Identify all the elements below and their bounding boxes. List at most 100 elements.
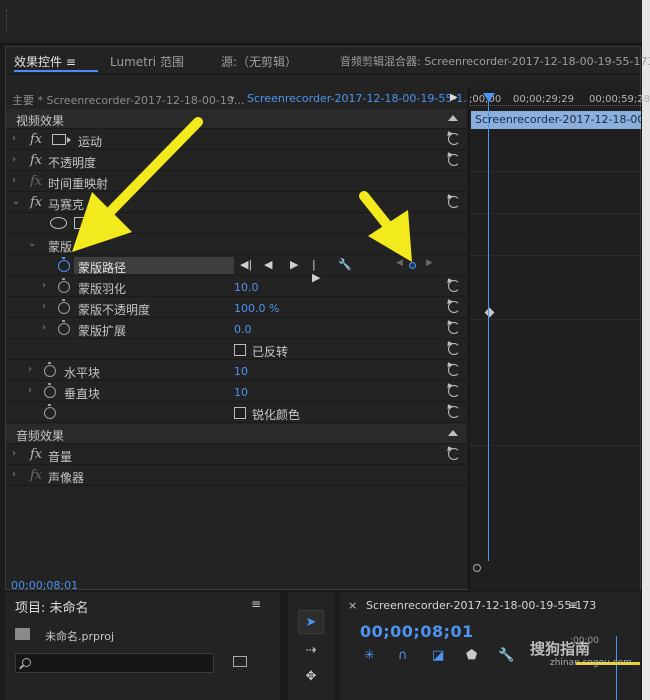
stopwatch-icon[interactable] xyxy=(58,278,70,293)
expand-icon[interactable]: › xyxy=(12,469,16,480)
reset-icon[interactable] xyxy=(448,322,460,334)
mask-expansion-row[interactable]: › 蒙版扩展 0.0 xyxy=(6,319,466,339)
expand-icon[interactable]: › xyxy=(28,364,32,375)
play-icon[interactable]: ▶ xyxy=(450,92,458,103)
nest-icon[interactable]: ✳ xyxy=(364,648,375,663)
track-backward-one-icon[interactable]: ◀| xyxy=(240,258,252,271)
stopwatch-icon[interactable] xyxy=(58,320,70,335)
expand-icon[interactable]: › xyxy=(42,280,46,291)
mask-path-row[interactable]: 蒙版路径 ◀| ◀ ▶ |▶ 🔧 ◀ ▶ xyxy=(6,256,466,284)
project-title[interactable]: 项目: 未命名 xyxy=(15,597,89,616)
wrench-icon[interactable]: 🔧 xyxy=(338,258,352,271)
track-forward-icon[interactable]: ▶ xyxy=(290,258,298,271)
sharpen-colors-checkbox[interactable] xyxy=(234,407,246,419)
reset-icon[interactable] xyxy=(448,343,460,355)
fx-icon[interactable]: fx xyxy=(30,132,42,147)
new-bin-icon[interactable] xyxy=(233,656,247,667)
linked-selection-icon[interactable]: ◪ xyxy=(432,648,444,663)
magnet-snap-icon[interactable]: ∩ xyxy=(398,648,408,663)
collapse-caret-icon[interactable]: ⌄ xyxy=(28,238,36,249)
expand-icon[interactable]: › xyxy=(42,322,46,333)
mask-expansion-value[interactable]: 0.0 xyxy=(234,323,252,336)
marker-icon[interactable]: ⬟ xyxy=(466,648,477,663)
next-keyframe-icon[interactable]: ▶ xyxy=(426,258,433,268)
fx-icon[interactable]: fx xyxy=(30,195,42,210)
motion-transform-icon[interactable] xyxy=(52,134,71,145)
reset-icon[interactable] xyxy=(448,280,460,292)
vertical-blocks-row[interactable]: › 垂直块 10 xyxy=(6,382,466,402)
stopwatch-icon[interactable] xyxy=(58,299,70,314)
panel-menu-icon[interactable]: ≡ xyxy=(568,598,578,612)
track-backward-icon[interactable]: ◀ xyxy=(264,258,272,271)
mask-opacity-row[interactable]: › 蒙版不透明度 100.0 % xyxy=(6,298,466,318)
track-select-tool-icon[interactable]: ⇢ xyxy=(298,638,324,662)
effect-row-mosaic[interactable]: ⌄ fx 马赛克 xyxy=(6,193,466,213)
sequence-name[interactable]: Screenrecorder-2017-12-18-00-19-55-173 xyxy=(366,599,596,612)
reset-icon[interactable] xyxy=(448,154,460,166)
vertical-blocks-value[interactable]: 10 xyxy=(234,386,248,399)
zoom-handle[interactable] xyxy=(473,564,481,572)
master-clip-label[interactable]: 主要 * Screenrecorder-2017-12-18-00-19... xyxy=(12,92,244,108)
panel-grip[interactable] xyxy=(6,10,8,32)
project-file-name[interactable]: 未命名.prproj xyxy=(45,628,114,644)
prev-keyframe-icon[interactable]: ◀ xyxy=(396,258,403,268)
mask-opacity-value[interactable]: 100.0 % xyxy=(234,302,279,315)
expand-icon[interactable]: › xyxy=(12,154,16,165)
mask-path-keyframe[interactable] xyxy=(484,307,495,318)
reset-icon[interactable] xyxy=(448,301,460,313)
expand-icon[interactable]: › xyxy=(12,133,16,144)
current-timecode[interactable]: 00;00;08;01 xyxy=(11,579,78,592)
project-search-input[interactable] xyxy=(15,653,214,673)
wrench-icon[interactable]: 🔧 xyxy=(498,648,514,663)
timeline-clip[interactable]: Screenrecorder-2017-12-18-00-19-55 xyxy=(471,111,641,129)
stopwatch-icon[interactable] xyxy=(44,404,56,419)
stopwatch-icon[interactable] xyxy=(44,362,56,377)
effect-row-panner[interactable]: › fx 声像器 xyxy=(6,466,466,486)
expand-icon[interactable]: › xyxy=(12,448,16,459)
fx-icon[interactable]: fx xyxy=(30,447,42,462)
panel-menu-icon[interactable]: ≡ xyxy=(251,597,261,611)
expand-icon[interactable]: › xyxy=(28,385,32,396)
collapse-caret-icon[interactable]: ⌄ xyxy=(12,196,20,207)
sequence-timecode[interactable]: 00;00;08;01 xyxy=(360,622,474,641)
collapse-icon[interactable] xyxy=(448,115,458,121)
tab-audio-clip-mixer[interactable]: 音频剪辑混合器: Screenrecorder-2017-12-18-00-19… xyxy=(340,53,650,69)
tab-lumetri-scopes[interactable]: Lumetri 范围 xyxy=(110,53,184,70)
reset-icon[interactable] xyxy=(448,448,460,460)
close-icon[interactable]: × xyxy=(348,599,357,612)
ellipse-mask-icon[interactable] xyxy=(50,217,67,229)
collapse-icon[interactable] xyxy=(448,430,458,436)
chevron-down-icon[interactable]: ⌄ xyxy=(228,91,236,102)
reset-icon[interactable] xyxy=(448,406,460,418)
mask-feather-row[interactable]: › 蒙版羽化 10.0 xyxy=(6,277,466,297)
rectangle-mask-icon[interactable] xyxy=(74,217,87,229)
expand-icon[interactable]: › xyxy=(42,301,46,312)
tab-effect-controls[interactable]: 效果控件 ≡ xyxy=(14,53,76,70)
sequence-playhead[interactable] xyxy=(616,636,617,700)
playhead-handle[interactable] xyxy=(483,93,495,102)
fx-icon[interactable]: fx xyxy=(30,153,42,168)
tab-source[interactable]: 源:（无剪辑） xyxy=(221,53,297,70)
stopwatch-icon[interactable] xyxy=(58,257,70,272)
effect-row-motion[interactable]: › fx 运动 xyxy=(6,130,466,150)
reset-icon[interactable] xyxy=(448,196,460,208)
horizontal-blocks-value[interactable]: 10 xyxy=(234,365,248,378)
mask-row[interactable]: ⌄ 蒙版 xyxy=(6,235,466,255)
effect-row-volume[interactable]: › fx 音量 xyxy=(6,445,466,465)
selection-tool-icon[interactable]: ➤ xyxy=(298,610,324,634)
playhead-line[interactable] xyxy=(488,95,489,561)
horizontal-blocks-row[interactable]: › 水平块 10 xyxy=(6,361,466,381)
reset-icon[interactable] xyxy=(448,385,460,397)
reset-icon[interactable] xyxy=(448,133,460,145)
effect-row-opacity[interactable]: › fx 不透明度 xyxy=(6,151,466,171)
ripple-edit-tool-icon[interactable]: ✥ xyxy=(298,664,324,688)
expand-icon[interactable]: › xyxy=(12,175,16,186)
inverted-checkbox[interactable] xyxy=(234,344,246,356)
add-keyframe-icon[interactable] xyxy=(409,262,416,269)
timeline-zoom-scrollbar[interactable] xyxy=(469,563,641,573)
current-clip-label[interactable]: Screenrecorder-2017-12-18-00-19-55-1... xyxy=(247,92,474,105)
reset-icon[interactable] xyxy=(448,364,460,376)
mask-feather-value[interactable]: 10.0 xyxy=(234,281,259,294)
stopwatch-icon[interactable] xyxy=(44,383,56,398)
effect-row-time-remap[interactable]: › fx 时间重映射 xyxy=(6,172,466,192)
